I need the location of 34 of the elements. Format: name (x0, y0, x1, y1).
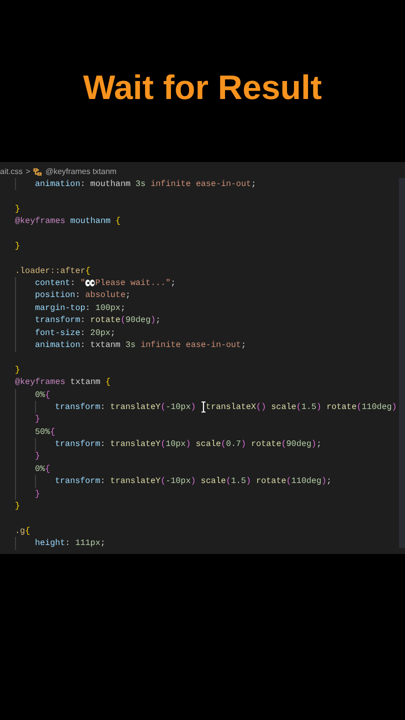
code-text: 0%{ (35, 462, 50, 476)
code-text: translateX() scale(1.5) rotate(110deg) (206, 400, 397, 414)
code-text: 0%{ (35, 388, 50, 402)
video-title: Wait for Result (83, 71, 322, 105)
code-text: animation: txtanm 3s infinite ease-in-out; (35, 338, 246, 352)
code-text: transform: translateY(-10px) scale(1.5) rotate(110deg); (55, 475, 332, 488)
code-text: @keyframes mouthanm { (15, 215, 121, 228)
code-text: } (15, 364, 20, 376)
code-text: } (15, 240, 20, 252)
code-text: } (35, 450, 40, 464)
breadcrumb-separator: > (26, 166, 30, 178)
code-text: } (15, 202, 20, 216)
code-text: @keyframes txtanm { (15, 376, 111, 389)
code-text: .g{ (15, 524, 30, 538)
eyes-icon (85, 279, 96, 288)
code-text: .loader::after{ (15, 264, 90, 278)
code-text: } (35, 488, 40, 500)
code-text: } (15, 500, 20, 513)
code-text: transform: rotate(90deg); (35, 314, 161, 327)
code-text: transform: translateY(10px) scale(0.7) rotate(90deg); (55, 438, 322, 451)
breadcrumb-symbol[interactable]: @keyframes txtanm (45, 166, 117, 178)
code-text: margin-top: 100px; (35, 302, 126, 314)
code-text: font-size: 20px; (35, 326, 116, 340)
breadcrumb-file[interactable]: ait.css (0, 166, 23, 178)
code-text: } (35, 413, 40, 426)
code-text: 50%{ (35, 426, 56, 438)
text-cursor-icon (200, 401, 206, 414)
code-text: transform: translateY(-10px) (55, 400, 197, 414)
code-text: animation: mouthanm 3s infinite ease-in-out; (35, 178, 256, 190)
symbol-structure-icon (33, 168, 42, 176)
code-text: content: " (35, 277, 86, 290)
code-text: position: absolute; (35, 289, 131, 302)
code-text: Please wait..."; (95, 277, 176, 290)
code-text: height: 111px; (35, 537, 106, 550)
